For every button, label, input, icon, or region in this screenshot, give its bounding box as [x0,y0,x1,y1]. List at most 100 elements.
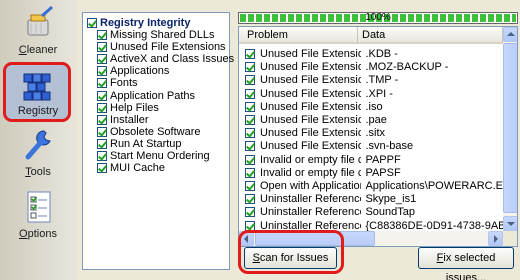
category-checkbox[interactable] [97,114,107,125]
result-data: {C88386DE-0D91-4738-9ABD-A99 [365,219,503,232]
result-problem: Open with Application Issue [260,180,362,192]
category-item[interactable]: Missing Shared DLLs [97,29,215,41]
result-data: .XPI - [365,87,393,100]
category-item[interactable]: Applications [97,65,169,77]
wrench-icon [25,130,51,160]
result-problem: Unused File Extension [260,48,362,60]
result-checkbox[interactable] [245,101,255,112]
result-checkbox[interactable] [245,141,255,152]
category-item[interactable]: Help Files [97,102,159,114]
result-data: SoundTap [365,206,415,219]
category-label: Unused File Extensions [110,41,226,54]
result-data: .MOZ-BACKUP - [365,61,449,74]
result-problem: Unused File Extension [260,100,362,113]
result-problem: Invalid or empty file class [260,153,361,166]
fix-selected-issues-button[interactable]: Fix selected issues... [418,247,514,280]
nav-options[interactable]: Options [3,186,73,248]
category-item[interactable]: Unused File Extensions [97,41,226,53]
progress-text: 100% [365,12,391,23]
category-item[interactable]: Start Menu Ordering [97,150,210,162]
results-list: Problem Data Unused File Extension .KDB -… [238,26,518,247]
nav-label-registry: Registry [17,105,59,117]
category-checkbox[interactable] [97,54,107,65]
result-problem: Unused File Extension [260,61,362,74]
category-label: Fonts [110,77,138,90]
result-checkbox[interactable] [245,154,255,165]
broom-icon [27,6,54,36]
category-label: Run At Startup [110,137,182,150]
result-problem: Unused File Extension [260,114,362,126]
category-item[interactable]: MUI Cache [97,162,165,174]
result-problem: Uninstaller Reference Issue [260,206,362,219]
up-arrow-icon [507,32,515,36]
category-label: Missing Shared DLLs [110,29,215,41]
result-checkbox[interactable] [245,75,255,86]
result-problem: Unused File Extension [260,87,362,100]
left-navigation: Cleaner Registry Tools Options [0,0,78,280]
category-label: Applications [110,65,170,78]
category-checkbox[interactable] [97,126,107,137]
category-checkbox[interactable] [97,138,107,149]
vertical-scroll-thumb[interactable] [503,43,517,213]
down-arrow-icon [507,222,515,226]
category-item[interactable]: Obsolete Software [97,126,201,138]
result-checkbox[interactable] [245,88,255,99]
category-item[interactable]: ActiveX and Class Issues [97,53,234,65]
result-data: Applications\POWERARC.EXE\shell [365,180,503,192]
result-problem: Uninstaller Reference Issue [260,193,362,206]
nav-label-options: Options [19,228,57,240]
nav-cleaner[interactable]: Cleaner [3,2,73,64]
category-label: Start Menu Ordering [110,150,210,162]
result-data: .TMP - [365,74,399,87]
category-item[interactable]: Run At Startup [97,138,182,150]
checklist-icon [27,191,51,223]
category-checkbox[interactable] [97,102,107,113]
category-checkbox[interactable] [97,78,107,89]
right-arrow-icon [494,235,498,243]
category-root-row[interactable]: Registry Integrity [87,17,190,29]
result-checkbox[interactable] [245,115,255,125]
category-checkbox[interactable] [97,151,107,161]
result-data: .svn-base [365,140,414,153]
result-data: .pae [365,114,387,126]
nav-label-cleaner: Cleaner [18,44,58,56]
result-checkbox[interactable] [245,207,255,218]
result-checkbox[interactable] [245,128,255,139]
result-checkbox[interactable] [245,62,255,73]
scroll-up-button[interactable] [503,27,517,42]
result-checkbox[interactable] [245,194,255,205]
result-checkbox[interactable] [245,49,255,59]
column-header-data[interactable]: Data [358,27,503,43]
results-header: Problem Data [239,27,503,44]
result-checkbox[interactable] [245,167,255,178]
nav-registry[interactable]: Registry [3,62,71,122]
category-label: Application Paths [110,89,195,102]
category-checkbox[interactable] [97,66,107,77]
scan-for-issues-button[interactable]: Scan for Issues [244,247,337,269]
category-checkbox[interactable] [97,163,107,174]
column-header-problem[interactable]: Problem [239,27,358,43]
result-data: .sitx [365,127,386,140]
result-checkbox[interactable] [245,181,255,191]
scroll-down-button[interactable] [503,216,517,231]
nav-tools[interactable]: Tools [3,124,73,186]
scroll-right-button[interactable] [488,231,503,246]
result-data: PAPPF [365,153,401,166]
result-data: .iso [365,100,383,113]
category-label: Help Files [110,101,159,114]
category-label: MUI Cache [110,162,166,175]
category-item[interactable]: Fonts [97,77,138,89]
category-item[interactable]: Installer [97,114,149,126]
category-checkbox[interactable] [97,90,107,101]
nav-label-tools: Tools [25,166,51,178]
result-data: PAPSF [365,166,401,179]
category-checkbox[interactable] [97,42,107,53]
scan-progress-bar: 100% [238,12,518,24]
category-root-checkbox[interactable] [87,18,97,28]
result-problem: Invalid or empty file class [260,166,361,179]
categories-tree: Registry Integrity Missing Shared DLLs Un… [82,12,234,270]
category-item[interactable]: Application Paths [97,90,195,102]
main-panel: Registry Integrity Missing Shared DLLs Un… [78,0,520,280]
category-checkbox[interactable] [97,30,107,40]
vertical-scrollbar[interactable] [503,27,517,231]
